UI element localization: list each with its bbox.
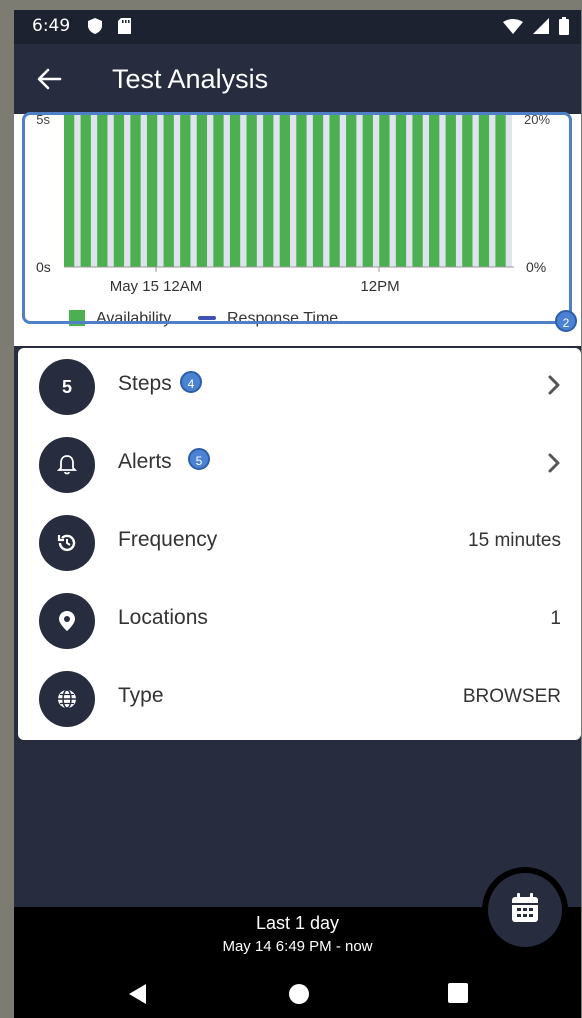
recents-square-icon[interactable] — [448, 983, 468, 1007]
type-value: BROWSER — [462, 686, 561, 707]
battery-icon — [559, 17, 569, 39]
details-list: 5 Steps 4 Alerts 5 Frequency 15 minutes — [18, 348, 581, 740]
chevron-right-icon — [547, 452, 561, 478]
sd-card-icon — [118, 18, 131, 38]
type-label: Type — [118, 684, 164, 707]
location-pin-icon — [39, 593, 95, 649]
history-icon — [39, 515, 95, 571]
globe-icon — [39, 671, 95, 727]
chevron-right-icon — [547, 374, 561, 400]
frequency-label: Frequency — [118, 528, 218, 551]
frequency-value: 15 minutes — [468, 530, 561, 551]
app-bar: Test Analysis — [14, 44, 581, 122]
wifi-icon — [503, 19, 523, 38]
system-nav-bar — [14, 969, 581, 1018]
calendar-icon — [510, 892, 540, 928]
status-bar: 6:49 — [14, 10, 581, 44]
steps-count-circle: 5 — [39, 359, 95, 415]
list-item-type: Type BROWSER — [18, 660, 581, 738]
phone-screen: 6:49 Test Analysis 5s 0s 20% 0% May 15 1… — [14, 10, 581, 1018]
annotation-badge-2: 2 — [555, 310, 577, 332]
arrow-left-icon[interactable] — [36, 66, 62, 96]
steps-label: Steps — [118, 372, 172, 395]
cellular-icon — [533, 18, 549, 38]
home-circle-icon[interactable] — [288, 983, 310, 1009]
chart-highlight-frame — [22, 112, 572, 324]
list-item-alerts[interactable]: Alerts 5 — [18, 426, 581, 504]
back-triangle-icon[interactable] — [128, 983, 148, 1009]
alerts-label: Alerts — [118, 450, 172, 473]
calendar-fab-button[interactable] — [488, 873, 562, 947]
annotation-badge-4: 4 — [180, 371, 202, 393]
shield-icon — [88, 18, 102, 38]
status-time: 6:49 — [32, 16, 71, 36]
locations-value: 1 — [550, 608, 561, 629]
page-title: Test Analysis — [112, 64, 269, 94]
annotation-badge-5: 5 — [188, 448, 210, 470]
bell-icon — [39, 437, 95, 493]
list-item-steps[interactable]: 5 Steps 4 — [18, 348, 581, 426]
locations-label: Locations — [118, 606, 208, 629]
list-item-locations: Locations 1 — [18, 582, 581, 660]
list-item-frequency: Frequency 15 minutes — [18, 504, 581, 582]
